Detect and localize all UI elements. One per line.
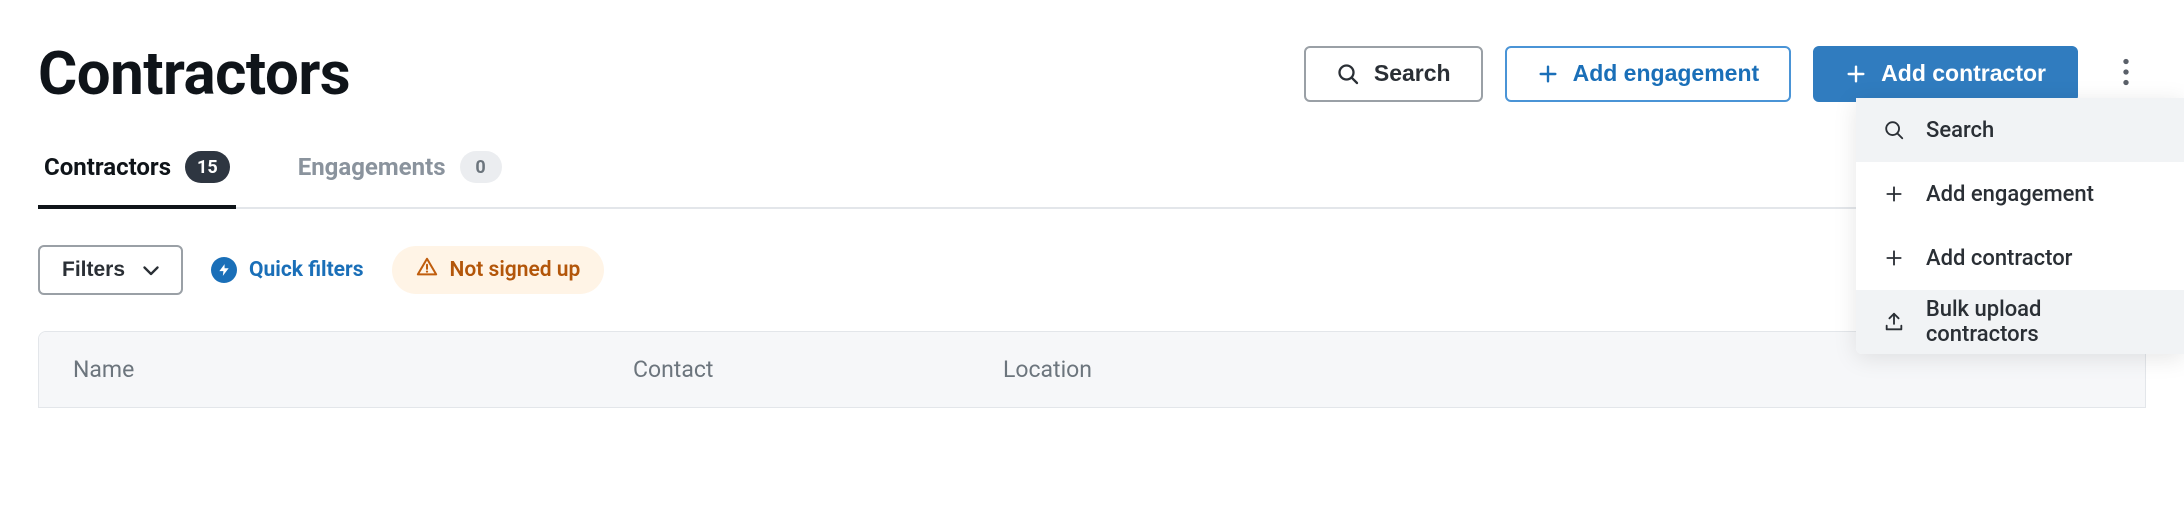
contractors-table: Name Contact Location [38, 331, 2146, 408]
menu-item-add-contractor[interactable]: Add contractor [1856, 226, 2184, 290]
chevron-down-icon [143, 258, 159, 282]
plus-icon [1882, 184, 1906, 204]
tab-contractors[interactable]: Contractors 15 [38, 151, 236, 209]
menu-item-search[interactable]: Search [1856, 98, 2184, 162]
menu-item-add-engagement-label: Add engagement [1926, 182, 2094, 207]
tab-contractors-label: Contractors [44, 153, 171, 181]
filters-row: Filters Quick filters [38, 245, 2146, 295]
table-header: Name Contact Location [39, 332, 2145, 407]
filters-button-label: Filters [62, 258, 125, 282]
column-header-name[interactable]: Name [73, 356, 633, 383]
plus-icon [1845, 63, 1867, 85]
filters-button[interactable]: Filters [38, 245, 183, 295]
quick-filters-link[interactable]: Quick filters [211, 257, 363, 283]
page-header: Contractors Search Add e [38, 38, 2146, 109]
menu-item-bulk-upload[interactable]: Bulk upload contractors [1856, 290, 2184, 354]
add-contractor-button[interactable]: Add contractor [1813, 46, 2078, 102]
search-icon [1882, 119, 1906, 141]
add-engagement-button[interactable]: Add engagement [1505, 46, 1792, 102]
tab-engagements-label: Engagements [298, 153, 446, 181]
menu-item-bulk-upload-label: Bulk upload contractors [1926, 297, 2158, 347]
plus-icon [1882, 248, 1906, 268]
menu-item-add-engagement[interactable]: Add engagement [1856, 162, 2184, 226]
tab-engagements-count: 0 [460, 151, 502, 183]
column-header-location[interactable]: Location [1003, 356, 2111, 383]
warning-icon [416, 256, 438, 284]
chip-not-signed-up-label: Not signed up [450, 258, 581, 282]
chip-not-signed-up[interactable]: Not signed up [392, 246, 605, 294]
search-icon [1336, 62, 1360, 86]
menu-item-search-label: Search [1926, 118, 1994, 143]
page-title: Contractors [38, 38, 350, 109]
tabs-bar: Contractors 15 Engagements 0 [38, 151, 2146, 209]
add-contractor-label: Add contractor [1881, 60, 2046, 87]
more-vertical-icon [2122, 58, 2130, 90]
more-actions-menu: Search Add engagement Add contractor [1856, 98, 2184, 354]
add-engagement-label: Add engagement [1573, 60, 1760, 87]
column-header-contact[interactable]: Contact [633, 356, 1003, 383]
tab-contractors-count: 15 [185, 151, 230, 183]
header-actions: Search Add engagement [1304, 46, 2146, 102]
tab-engagements[interactable]: Engagements 0 [292, 151, 508, 209]
quick-filters-label: Quick filters [249, 258, 363, 282]
search-button-label: Search [1374, 60, 1451, 87]
upload-icon [1882, 311, 1906, 333]
search-button[interactable]: Search [1304, 46, 1483, 102]
bolt-icon [211, 257, 237, 283]
plus-icon [1537, 63, 1559, 85]
menu-item-add-contractor-label: Add contractor [1926, 246, 2072, 271]
more-actions-button[interactable] [2106, 46, 2146, 102]
